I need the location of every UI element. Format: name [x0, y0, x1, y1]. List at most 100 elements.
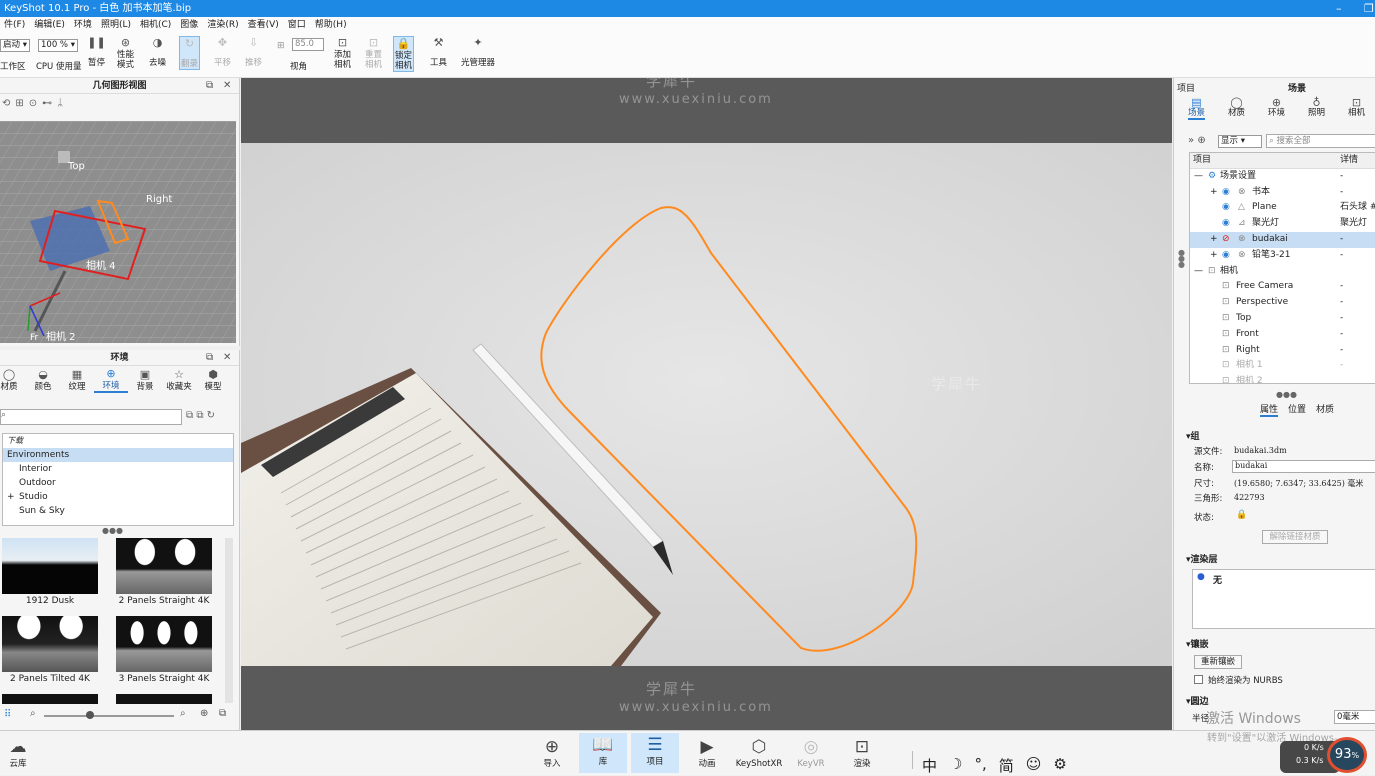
- eye-icon[interactable]: ◉: [1222, 185, 1230, 201]
- section-render-layer[interactable]: ▾渲染层: [1186, 552, 1218, 565]
- tab-environments[interactable]: ⊕ 环境: [94, 368, 128, 393]
- add-camera-button[interactable]: ⊡ 添加 相机: [334, 36, 351, 70]
- name-input[interactable]: budakai: [1232, 460, 1375, 473]
- add-object-icon[interactable]: ⊕: [1197, 135, 1205, 146]
- push-button[interactable]: ⇩ 推移: [245, 36, 262, 68]
- tree-row-budakai[interactable]: + ⊘ ⊗ budakai -: [1190, 231, 1375, 248]
- tree-row-scene-settings[interactable]: — ⚙ 场景设置 -: [1190, 169, 1375, 185]
- tree-item-download[interactable]: 下载: [3, 434, 233, 448]
- pause-button[interactable]: ❚❚ 暂停: [87, 36, 105, 68]
- subtab-properties[interactable]: 属性: [1260, 402, 1279, 417]
- grid-view-icon[interactable]: ⠿: [4, 709, 11, 720]
- float-panel-icon[interactable]: ⧉: [206, 78, 213, 94]
- download-icon[interactable]: ⊕: [200, 708, 208, 719]
- tree-row-camera-2[interactable]: ⊡ 相机 2: [1190, 374, 1375, 383]
- section-group[interactable]: ▾组: [1186, 429, 1200, 442]
- tab-colors[interactable]: ◒ 颜色: [26, 369, 60, 392]
- folder-open-icon[interactable]: ⧉: [219, 708, 226, 719]
- lock-camera-button[interactable]: 🔒 锁定 相机: [393, 36, 415, 72]
- tree-row-top[interactable]: ⊡ Top -: [1190, 311, 1375, 327]
- project-button[interactable]: ☰ 项目: [631, 733, 679, 773]
- tab-camera[interactable]: ⊡ 相机: [1348, 97, 1365, 118]
- side-grip[interactable]: ● ● ●: [1178, 249, 1185, 269]
- expand-all-icon[interactable]: »: [1188, 135, 1194, 146]
- expand-icon[interactable]: +: [1210, 185, 1218, 201]
- thumb-1912-dusk[interactable]: [2, 538, 98, 594]
- thumb-next-row[interactable]: [2, 694, 98, 704]
- tree-row-free-camera[interactable]: ⊡ Free Camera -: [1190, 279, 1375, 295]
- thumb-next-row-2[interactable]: [116, 694, 212, 704]
- expand-icon[interactable]: +: [1210, 248, 1218, 264]
- tab-material[interactable]: ◯ 材质: [1228, 97, 1245, 118]
- geometry-viewport[interactable]: Top Right 相机 4 相机 2 Fr: [0, 121, 236, 343]
- refresh-button[interactable]: ↻ 翻录: [179, 36, 201, 70]
- tree-row-right[interactable]: ⊡ Right -: [1190, 343, 1375, 359]
- collapse-icon[interactable]: —: [1194, 169, 1203, 185]
- cpu-select[interactable]: 100 % ▾: [38, 39, 78, 52]
- render-button[interactable]: ⊡ 渲染: [838, 735, 886, 769]
- grid-icon[interactable]: ⊞: [15, 98, 28, 109]
- menu-camera[interactable]: 相机(C): [136, 17, 176, 34]
- display-select[interactable]: 显示 ▾: [1218, 135, 1262, 148]
- animation-button[interactable]: ▶ 动画: [683, 735, 731, 769]
- scene-search-input[interactable]: ⌕ 搜索全部: [1266, 134, 1375, 148]
- camera-icon[interactable]: ⊙: [29, 98, 42, 109]
- eye-icon[interactable]: ◉: [1222, 216, 1230, 232]
- render-viewport[interactable]: 学犀牛 www.xuexiniu.com 学犀牛 学犀牛 www.xuexini…: [241, 78, 1172, 730]
- splitter-handle[interactable]: ●●●: [1276, 390, 1297, 399]
- pan-button[interactable]: ✥ 平移: [214, 36, 231, 68]
- thumb-2-panels-straight[interactable]: [116, 538, 212, 594]
- tree-row-cameras[interactable]: — ⊡ 相机: [1190, 264, 1375, 280]
- tree-row-plane[interactable]: ◉ △ Plane 石头球 #: [1190, 200, 1375, 216]
- ime-chinese[interactable]: 中: [922, 755, 937, 776]
- ime-emoji-icon[interactable]: ☺: [1026, 755, 1042, 776]
- rotate-icon[interactable]: ⟲: [2, 98, 15, 109]
- reset-camera-button[interactable]: ⊡ 重置 相机: [365, 36, 382, 70]
- collapse-icon[interactable]: —: [1194, 264, 1203, 280]
- cloud-library-button[interactable]: ☁ 云库: [0, 735, 42, 769]
- menu-image[interactable]: 图像: [176, 17, 203, 34]
- menu-window[interactable]: 窗口: [284, 17, 311, 34]
- tree-row-camera-1[interactable]: ⊡ 相机 1 -: [1190, 358, 1375, 374]
- keyshotxr-button[interactable]: ⬡ KeyShotXR: [735, 735, 783, 769]
- menu-edit[interactable]: 编辑(E): [30, 17, 70, 34]
- menu-render[interactable]: 渲染(R): [203, 17, 243, 34]
- tab-scene[interactable]: ▤ 场景: [1188, 97, 1206, 120]
- close-panel-icon[interactable]: ✕: [223, 78, 231, 94]
- folder-add-icon[interactable]: ⧉: [196, 410, 203, 421]
- menu-lighting[interactable]: 照明(L): [97, 17, 136, 34]
- tab-lighting[interactable]: ♁ 照明: [1308, 97, 1325, 118]
- ime-punctuation[interactable]: °,: [974, 755, 986, 776]
- tree-row-spotlight[interactable]: ◉ ⊿ 聚光灯 聚光灯: [1190, 216, 1375, 232]
- menu-file[interactable]: 件(F): [0, 17, 30, 34]
- geometry-tools[interactable]: ⟲⊞⊙⊷ᛦ: [2, 98, 68, 109]
- expand-icon[interactable]: +: [1210, 232, 1218, 248]
- close-panel-icon[interactable]: ✕: [223, 350, 231, 366]
- eye-hidden-icon[interactable]: ⊘: [1222, 232, 1230, 248]
- library-button[interactable]: 📖 库: [579, 733, 627, 773]
- denoise-button[interactable]: ◑ 去噪: [149, 36, 166, 68]
- subtab-material[interactable]: 材质: [1316, 402, 1334, 415]
- float-panel-icon[interactable]: ⧉: [206, 350, 213, 366]
- retessellate-button[interactable]: 重新镶嵌: [1194, 655, 1242, 669]
- eye-icon[interactable]: ◉: [1222, 248, 1230, 264]
- layer-none[interactable]: 无: [1213, 573, 1222, 586]
- thumbnail-scrollbar[interactable]: [225, 538, 233, 703]
- ime-halfwidth-icon[interactable]: ☽: [949, 755, 962, 776]
- tree-item-environments[interactable]: Environments: [3, 448, 233, 462]
- tools-button[interactable]: ⚒ 工具: [430, 36, 447, 68]
- tree-item-studio[interactable]: + Studio: [3, 490, 233, 504]
- library-search-input[interactable]: ⌕: [0, 409, 182, 425]
- unlink-material-button[interactable]: 解除链接材质: [1262, 530, 1328, 544]
- thumb-2-panels-tilted[interactable]: [2, 616, 98, 672]
- tree-item-sun-sky[interactable]: Sun & Sky: [3, 504, 233, 518]
- menu-help[interactable]: 帮助(H): [311, 17, 352, 34]
- tab-materials[interactable]: ◯ 材质: [0, 369, 26, 392]
- folder-icon[interactable]: ⧉: [186, 410, 193, 421]
- thumbnail-size-slider[interactable]: [44, 715, 174, 717]
- section-rounding[interactable]: ▾圆边: [1186, 694, 1209, 707]
- ime-settings-icon[interactable]: ⚙: [1053, 755, 1066, 776]
- tab-backgrounds[interactable]: ▣ 背景: [128, 369, 162, 392]
- minimize-button[interactable]: –: [1336, 0, 1342, 17]
- light-manager-button[interactable]: ✦ 光管理器: [461, 36, 495, 68]
